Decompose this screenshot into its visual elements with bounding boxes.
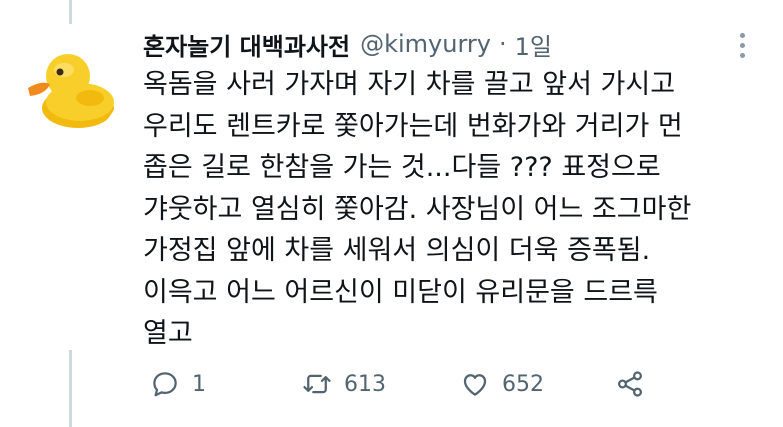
tweet-text-line: 열고 [143, 318, 193, 349]
like-count: 652 [502, 371, 544, 397]
thread-line-bottom [69, 350, 72, 427]
reply-icon [153, 372, 177, 397]
retweet-icon [303, 374, 331, 394]
tweet-header: 혼자놀기 대백과사전 @kimyurry · 1일 [143, 26, 753, 62]
retweet-button[interactable]: 613 [302, 364, 386, 404]
rubber-duck-icon [20, 36, 120, 136]
like-icon [463, 374, 487, 396]
tweet-text-line: 이윽고 어느 어르신이 미닫이 유리문을 드르륵 [143, 276, 658, 308]
tweet-text-line: 좁은 길로 한참을 가는 것...다들 ??? 표정으로 [143, 152, 661, 183]
more-options-button[interactable] [730, 30, 754, 60]
tweet-actions: 1 613 652 [150, 364, 670, 404]
more-dot-icon [739, 42, 745, 48]
share-button[interactable] [615, 364, 645, 404]
tweet-text-line: 갸웃하고 열심히 쫓아감. 사장님이 어느 조그마한 [143, 193, 692, 225]
reply-count: 1 [192, 371, 206, 397]
tweet-text-line: 옥돔을 사러 가자며 자기 차를 끌고 앞서 가시고 [143, 69, 676, 100]
reply-button[interactable]: 1 [150, 364, 206, 404]
tweet-content: 혼자놀기 대백과사전 @kimyurry · 1일 옥돔을 사러 가자며 자기 … [143, 26, 753, 355]
tweet-text-line: 가정집 앞에 차를 세워서 의심이 더욱 증폭됨. [143, 235, 651, 266]
like-button[interactable]: 652 [460, 364, 544, 404]
timestamp[interactable]: 1일 [515, 27, 552, 62]
retweet-count: 613 [344, 371, 386, 397]
tweet-text-line: 우리도 렌트카로 쫓아가는데 번화가와 거리가 먼 [143, 110, 683, 142]
more-dot-icon [739, 32, 745, 38]
more-dot-icon [739, 52, 745, 58]
author-name[interactable]: 혼자놀기 대백과사전 [143, 27, 350, 62]
avatar[interactable] [20, 36, 120, 136]
thread-line-top [69, 0, 72, 24]
separator-dot: · [498, 30, 507, 58]
author-handle[interactable]: @kimyurry [360, 30, 491, 58]
tweet-text: 옥돔을 사러 가자며 자기 차를 끌고 앞서 가시고 우리도 렌트카로 쫓아가는… [143, 64, 753, 355]
share-icon [617, 371, 643, 397]
